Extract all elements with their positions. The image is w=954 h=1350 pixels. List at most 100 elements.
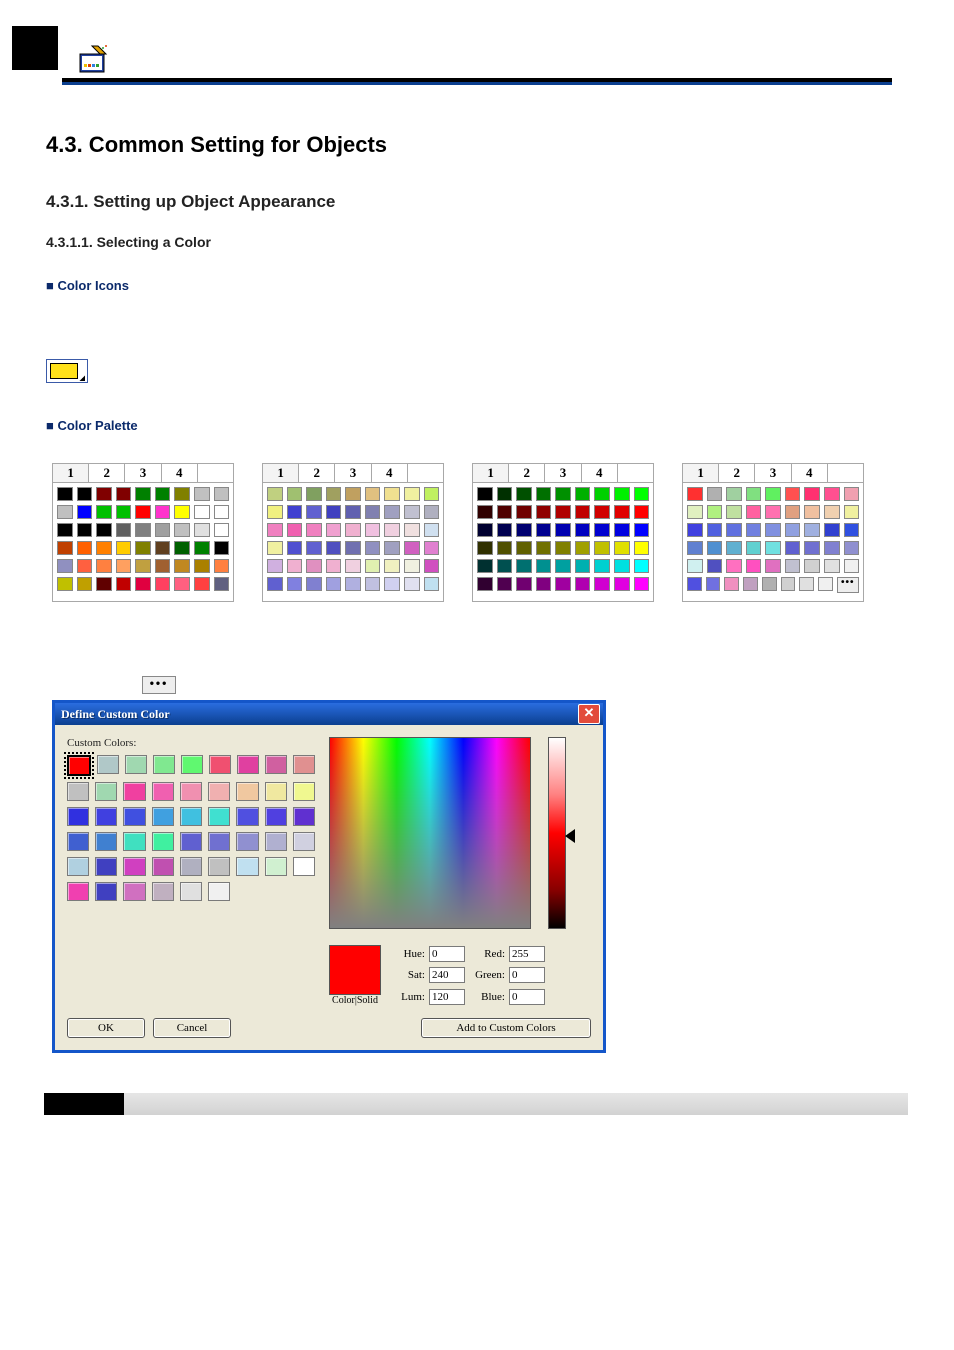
custom-color-swatch[interactable] <box>293 755 315 774</box>
palette-tab[interactable]: 2 <box>299 464 335 482</box>
color-swatch[interactable] <box>365 559 381 573</box>
color-swatch[interactable] <box>135 577 151 591</box>
color-swatch[interactable] <box>575 541 591 555</box>
palette-tab[interactable]: 1 <box>53 464 89 482</box>
add-to-custom-colors-button[interactable]: Add to Custom Colors <box>421 1018 591 1038</box>
palette-tab[interactable]: 3 <box>545 464 581 482</box>
custom-color-swatch[interactable] <box>209 755 231 774</box>
color-swatch[interactable] <box>594 577 610 591</box>
color-swatch[interactable] <box>614 487 630 501</box>
luminance-arrow-icon[interactable] <box>565 829 575 843</box>
color-swatch[interactable] <box>516 523 532 537</box>
color-swatch[interactable] <box>155 505 171 519</box>
color-swatch[interactable] <box>516 559 532 573</box>
hue-sat-field[interactable] <box>329 737 531 929</box>
color-swatch[interactable] <box>575 505 591 519</box>
color-swatch[interactable] <box>135 523 151 537</box>
palette-tab[interactable]: 4 <box>582 464 618 482</box>
color-swatch[interactable] <box>477 505 493 519</box>
color-swatch[interactable] <box>116 559 132 573</box>
color-swatch[interactable] <box>477 523 493 537</box>
color-swatch[interactable] <box>287 505 303 519</box>
color-swatch[interactable] <box>804 559 820 573</box>
color-swatch[interactable] <box>516 505 532 519</box>
color-swatch[interactable] <box>194 523 210 537</box>
color-swatch[interactable] <box>267 541 283 555</box>
color-swatch[interactable] <box>477 577 493 591</box>
palette-tab[interactable]: 1 <box>263 464 299 482</box>
color-swatch[interactable] <box>765 541 781 555</box>
custom-color-swatch[interactable] <box>95 882 117 901</box>
color-swatch[interactable] <box>404 487 420 501</box>
custom-color-swatch[interactable] <box>265 832 287 851</box>
color-swatch[interactable] <box>287 577 303 591</box>
color-swatch[interactable] <box>516 487 532 501</box>
color-swatch[interactable] <box>57 559 73 573</box>
color-swatch[interactable] <box>497 487 513 501</box>
color-swatch[interactable] <box>424 541 440 555</box>
custom-color-swatch[interactable] <box>67 832 89 851</box>
color-swatch[interactable] <box>116 577 132 591</box>
custom-color-swatch[interactable] <box>95 832 117 851</box>
color-swatch[interactable] <box>194 559 210 573</box>
color-swatch[interactable] <box>614 523 630 537</box>
custom-color-swatch[interactable] <box>153 755 175 774</box>
custom-color-swatch[interactable] <box>123 782 145 801</box>
custom-color-swatch[interactable] <box>95 807 117 826</box>
color-swatch[interactable] <box>77 541 93 555</box>
color-swatch[interactable] <box>536 487 552 501</box>
color-swatch[interactable] <box>804 505 820 519</box>
color-swatch[interactable] <box>57 541 73 555</box>
custom-color-swatch[interactable] <box>293 807 315 826</box>
color-swatch[interactable] <box>77 559 93 573</box>
color-swatch[interactable] <box>746 505 762 519</box>
color-swatch[interactable] <box>174 505 190 519</box>
color-swatch[interactable] <box>57 523 73 537</box>
color-swatch[interactable] <box>614 559 630 573</box>
color-swatch[interactable] <box>824 541 840 555</box>
custom-color-swatch[interactable] <box>180 832 202 851</box>
color-swatch[interactable] <box>155 487 171 501</box>
color-swatch[interactable] <box>116 487 132 501</box>
color-swatch[interactable] <box>707 541 723 555</box>
color-swatch[interactable] <box>707 505 723 519</box>
color-swatch[interactable] <box>345 523 361 537</box>
color-swatch[interactable] <box>306 505 322 519</box>
custom-color-swatch[interactable] <box>293 782 315 801</box>
custom-color-swatch[interactable] <box>180 782 202 801</box>
palette-tab[interactable]: 1 <box>683 464 719 482</box>
color-swatch[interactable] <box>404 559 420 573</box>
custom-color-swatch[interactable] <box>125 755 147 774</box>
palette-tab[interactable]: 2 <box>89 464 125 482</box>
color-swatch[interactable] <box>287 559 303 573</box>
color-swatch[interactable] <box>765 523 781 537</box>
color-swatch[interactable] <box>634 577 650 591</box>
color-swatch[interactable] <box>516 541 532 555</box>
color-swatch[interactable] <box>404 541 420 555</box>
color-swatch[interactable] <box>594 559 610 573</box>
color-swatch[interactable] <box>687 523 703 537</box>
color-swatch[interactable] <box>174 523 190 537</box>
custom-color-swatch[interactable] <box>152 782 174 801</box>
custom-color-swatch[interactable] <box>95 857 117 876</box>
color-swatch[interactable] <box>785 523 801 537</box>
color-swatch[interactable] <box>326 487 342 501</box>
color-swatch[interactable] <box>477 487 493 501</box>
custom-color-swatch[interactable] <box>265 755 287 774</box>
palette-more-button[interactable]: ••• <box>837 577 859 593</box>
color-swatch[interactable] <box>536 577 552 591</box>
palette-tab[interactable]: 4 <box>792 464 828 482</box>
color-swatch[interactable] <box>707 559 723 573</box>
color-swatch[interactable] <box>214 577 230 591</box>
custom-color-swatch[interactable] <box>236 857 258 876</box>
color-swatch[interactable] <box>77 577 93 591</box>
color-swatch[interactable] <box>555 505 571 519</box>
color-swatch[interactable] <box>743 577 758 591</box>
custom-color-swatch[interactable] <box>265 807 287 826</box>
color-swatch[interactable] <box>306 523 322 537</box>
color-swatch[interactable] <box>687 559 703 573</box>
custom-color-swatch[interactable] <box>208 832 230 851</box>
color-swatch[interactable] <box>424 505 440 519</box>
hue-input[interactable] <box>429 946 465 962</box>
color-swatch[interactable] <box>174 541 190 555</box>
